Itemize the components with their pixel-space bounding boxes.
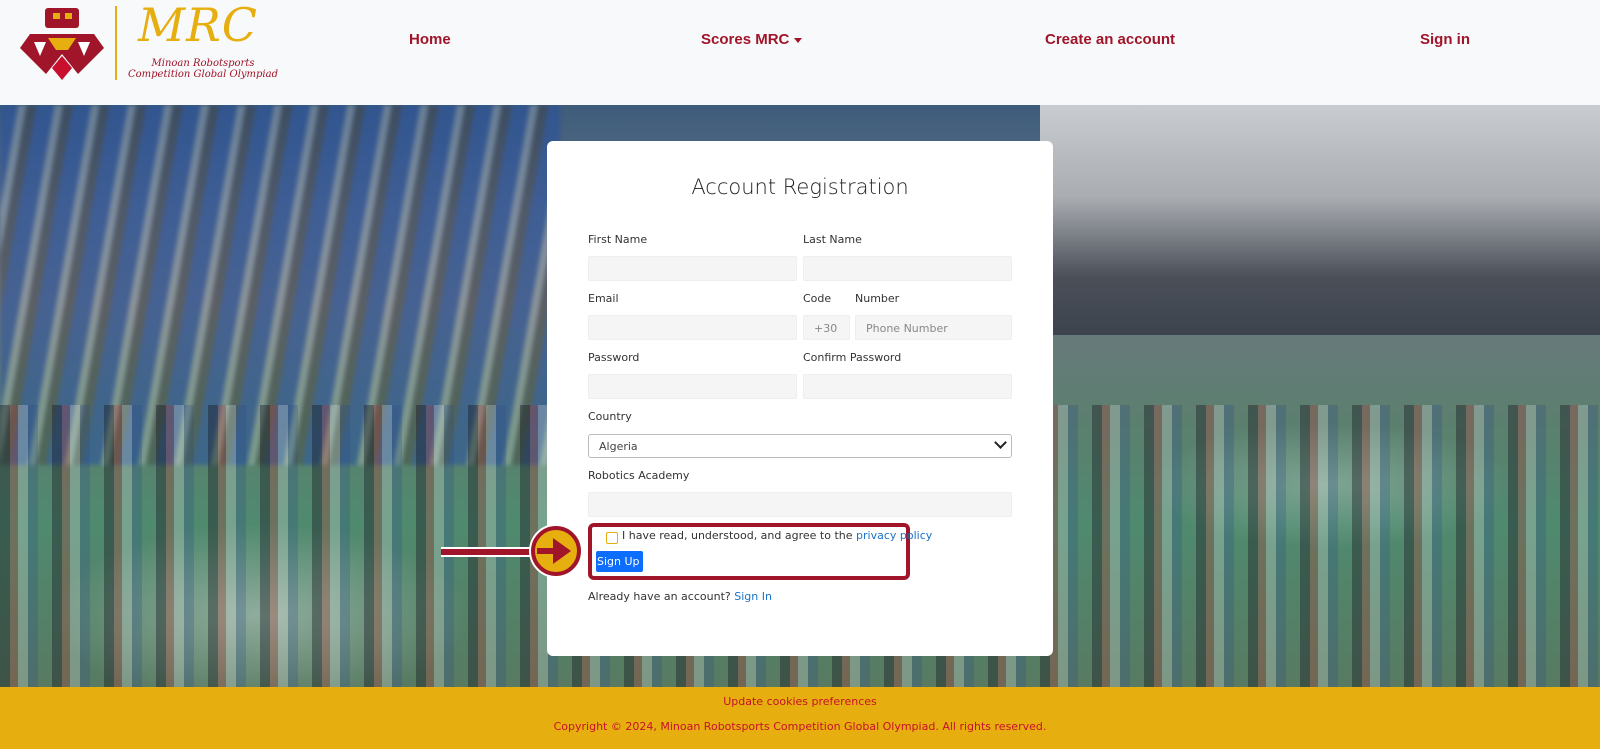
privacy-agreement-text: I have read, understood, and agree to th… [622,529,932,542]
agree-text: I have read, understood, and agree to th… [622,529,853,542]
background-wall-right [1040,105,1600,335]
academy-label: Robotics Academy [588,469,690,482]
copyright-text: Copyright © 2024, Minoan Robotsports Com… [553,720,1047,733]
arrow-pointer-icon [531,526,581,576]
already-account-row: Already have an account? Sign In [588,590,772,603]
already-text: Already have an account? [588,590,731,603]
password-input[interactable] [588,374,797,399]
registration-card: Account Registration First Name Last Nam… [547,141,1053,656]
cookie-preferences-link[interactable]: Update cookies preferences [0,695,1600,708]
confirm-password-label: Confirm Password [803,351,902,364]
number-label: Number [855,292,900,305]
first-name-label: First Name [588,233,648,246]
code-label: Code [803,292,832,305]
highlight-box: I have read, understood, and agree to th… [588,523,932,580]
phone-code-input[interactable]: +30 [803,315,850,340]
privacy-checkbox[interactable] [606,532,618,544]
logo-robot-icon [20,8,104,80]
nav-create-account[interactable]: Create an account [1045,31,1175,48]
confirm-password-input[interactable] [803,374,1012,399]
logo-subtitle: Minoan Robotsports Competition Global Ol… [128,58,278,80]
arrow-shaft [441,547,533,557]
phone-number-input[interactable]: Phone Number [855,315,1012,340]
chevron-down-icon [994,436,1007,449]
last-name-input[interactable] [803,256,1012,281]
country-label: Country [588,410,632,423]
nav-scores-dropdown[interactable]: Scores MRC [701,31,803,48]
logo-title: MRC [138,0,258,52]
country-selected-value: Algeria [599,440,638,453]
sign-in-link[interactable]: Sign In [734,590,772,603]
nav-home[interactable]: Home [409,31,451,48]
caret-down-icon [794,37,803,43]
nav-sign-in[interactable]: Sign in [1420,31,1470,48]
page-title: Account Registration [691,175,909,199]
privacy-policy-link[interactable]: privacy policy [856,529,932,542]
academy-input[interactable] [588,492,1012,517]
nav-scores-label: Scores MRC [701,31,790,48]
last-name-label: Last Name [803,233,862,246]
site-logo[interactable]: MRC Minoan Robotsports Competition Globa… [20,0,278,82]
email-label: Email [588,292,619,305]
logo-divider [115,6,117,80]
sign-up-button[interactable]: Sign Up [596,551,643,572]
password-label: Password [588,351,640,364]
arrow-head-icon [537,538,571,564]
site-footer: Update cookies preferences Copyright © 2… [0,687,1600,749]
country-select[interactable]: Algeria [588,434,1012,458]
first-name-input[interactable] [588,256,797,281]
email-input[interactable] [588,315,797,340]
site-header: MRC Minoan Robotsports Competition Globa… [0,0,1600,105]
